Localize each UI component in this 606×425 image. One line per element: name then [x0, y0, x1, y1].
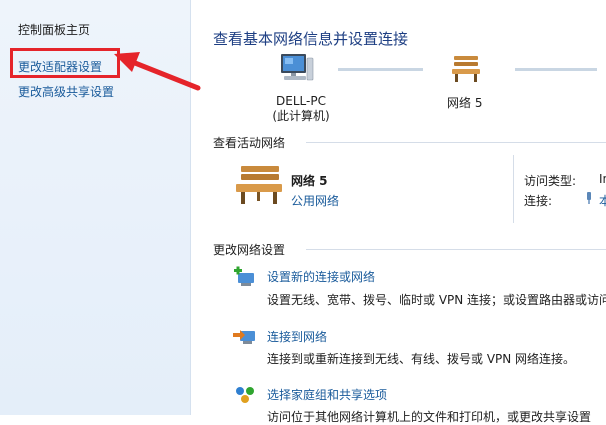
vertical-divider	[513, 155, 514, 223]
public-network-bench-icon	[236, 166, 282, 204]
new-connection-icon	[234, 266, 254, 286]
network-type-link[interactable]: 公用网络	[291, 192, 339, 209]
computer-sub: (此计算机)	[272, 109, 330, 123]
access-type-label: 访问类型:	[524, 174, 577, 188]
active-networks-heading: 查看活动网络	[213, 136, 286, 150]
map-connector	[515, 68, 597, 71]
task-new-connection-desc: 设置无线、宽带、拨号、临时或 VPN 连接；或设置路由器或访问	[267, 293, 606, 307]
task-connect-network-desc: 连接到或重新连接到无线、有线、拨号或 VPN 网络连接。	[267, 352, 576, 366]
task-new-connection-link[interactable]: 设置新的连接或网络	[267, 268, 375, 285]
annotation-arrow-icon	[114, 52, 201, 91]
divider	[306, 142, 606, 143]
task-connect-network-link[interactable]: 连接到网络	[267, 328, 327, 345]
network-map-label: 网络 5	[447, 96, 483, 110]
access-type-value: In	[599, 172, 606, 186]
task-homegroup-link[interactable]: 选择家庭组和共享选项	[267, 386, 387, 403]
sidebar-item-advanced-sharing[interactable]: 更改高级共享设置	[18, 83, 114, 100]
change-settings-heading: 更改网络设置	[213, 243, 286, 257]
public-network-bench-icon	[452, 56, 480, 82]
divider	[306, 249, 606, 250]
computer-label: DELL-PC (此计算机)	[257, 94, 345, 124]
main-panel: 查看基本网络信息并设置连接 DELL-PC (此计算机) 网络 5 查看活动网络…	[191, 0, 606, 424]
homegroup-icon	[236, 387, 254, 403]
network-adapter-icon	[587, 192, 591, 204]
page-title: 查看基本网络信息并设置连接	[213, 30, 409, 48]
computer-name: DELL-PC	[276, 94, 326, 108]
active-network-name: 网络 5	[291, 174, 328, 188]
connection-link[interactable]: 本	[599, 192, 606, 209]
connect-network-icon	[233, 330, 255, 344]
map-connector	[338, 68, 423, 71]
computer-icon	[281, 54, 314, 81]
sidebar-item-home[interactable]: 控制面板主页	[18, 21, 90, 38]
connections-label: 连接:	[524, 194, 553, 208]
sidebar-item-adapter-settings[interactable]: 更改适配器设置	[18, 58, 102, 75]
task-homegroup-desc: 访问位于其他网络计算机上的文件和打印机，或更改共享设置	[267, 410, 592, 424]
